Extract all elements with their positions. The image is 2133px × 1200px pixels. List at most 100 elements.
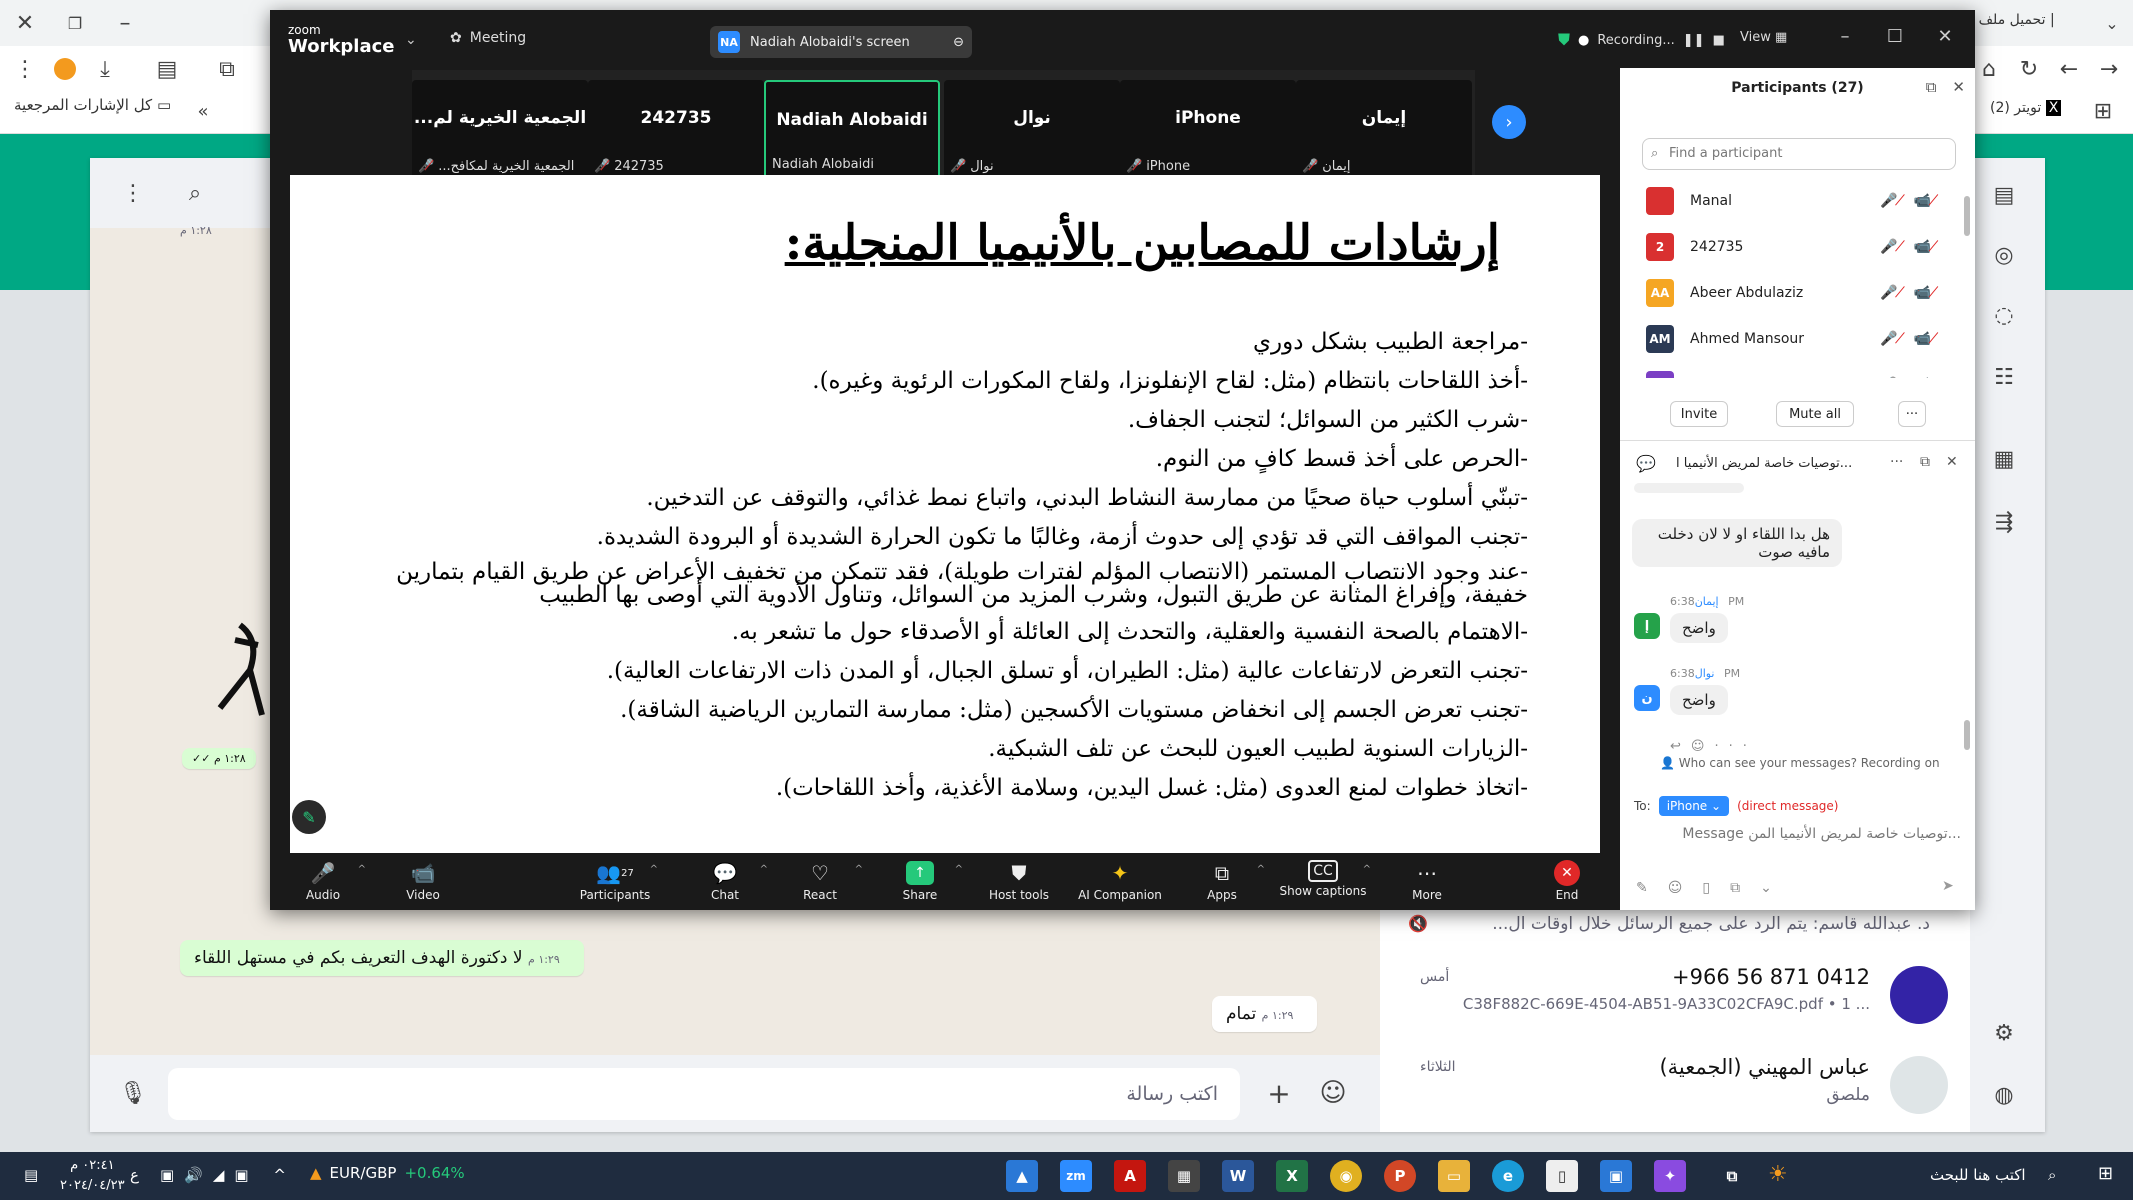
word-app-icon[interactable]: W	[1222, 1160, 1254, 1192]
zoom-app-icon[interactable]: zm	[1060, 1160, 1092, 1192]
annotate-pen-icon[interactable]: ✎	[292, 800, 326, 834]
notepad-app-icon[interactable]: ▯	[1546, 1160, 1578, 1192]
more-dots-icon[interactable]: ···	[1890, 454, 1903, 470]
close-icon[interactable]: ✕	[1930, 26, 1960, 47]
file-icon[interactable]: ▯	[1702, 880, 1710, 896]
chevron-up-icon[interactable]: ^	[650, 864, 658, 875]
share-button[interactable]: ↑ Share ^	[875, 860, 965, 902]
chat-scrollbar[interactable]	[1964, 720, 1970, 750]
ticker-widget[interactable]: ▲ EUR/GBP +0.64%	[310, 1164, 465, 1182]
attach-plus-icon[interactable]: +	[1262, 1076, 1296, 1110]
extensions-icon[interactable]: ⧉	[210, 52, 244, 86]
settings-gear-icon[interactable]: ⚙	[1987, 1016, 2021, 1050]
restore-icon[interactable]: ❐	[58, 6, 92, 40]
kebab-menu-icon[interactable]: ⋮	[8, 52, 42, 86]
chat-privacy-notice[interactable]: 👤 Who can see your messages? Recording o…	[1660, 756, 1940, 770]
search-icon[interactable]: ⌕	[2048, 1166, 2056, 1184]
video-button[interactable]: 📹 Video	[378, 860, 468, 902]
view-button[interactable]: View ▦	[1740, 30, 1787, 45]
chat-message[interactable]: واضح	[1670, 613, 1728, 643]
store-app-icon[interactable]: ▣	[1600, 1160, 1632, 1192]
end-button[interactable]: ✕ End	[1522, 860, 1612, 902]
bookmark-twitter[interactable]: (2) تويتر X	[1990, 100, 2062, 116]
participant-row[interactable]: I iPhone 🎤̸📹̸	[1620, 362, 1965, 378]
participant-row[interactable]: AM Ahmed Mansour 🎤̸📹̸	[1620, 316, 1965, 362]
next-page-icon[interactable]: ›	[1492, 105, 1526, 139]
windows-start-icon[interactable]: ⊞	[2098, 1163, 2113, 1184]
participant-row[interactable]: 2 242735 🎤̸📹̸	[1620, 224, 1965, 270]
chat-button[interactable]: 💬 Chat ^	[680, 860, 770, 902]
channels-icon[interactable]: ◌	[1987, 298, 2021, 332]
chevron-up-icon[interactable]: ^	[1363, 864, 1371, 875]
send-icon[interactable]: ➤	[1942, 878, 1954, 894]
participant-row[interactable]: AA Abeer Abdulaziz 🎤̸📹̸	[1620, 270, 1965, 316]
close-icon[interactable]: ✕	[1946, 454, 1958, 470]
excel-app-icon[interactable]: X	[1276, 1160, 1308, 1192]
format-icon[interactable]: ✎	[1636, 880, 1648, 896]
chat-list-item[interactable]: عباس المهيني (الجمعية) ملصق الثلاثاء	[1390, 1045, 1960, 1125]
stop-icon[interactable]: ■	[1713, 33, 1725, 48]
audio-button[interactable]: 🎤 Audio ^	[278, 860, 368, 902]
meeting-menu[interactable]: ✿ Meeting	[450, 30, 526, 46]
chevron-up-icon[interactable]: ^	[760, 864, 768, 875]
profile-avatar-icon[interactable]: ◍	[1987, 1078, 2021, 1112]
file-explorer-icon[interactable]: ▭	[1438, 1160, 1470, 1192]
extension-badge-icon[interactable]	[48, 52, 82, 86]
chevron-down-icon[interactable]: ⌄	[1760, 880, 1772, 896]
more-button[interactable]: ⋯ More	[1382, 860, 1472, 902]
video-thumbnail[interactable]: إيمان 🎤̸ إيمان	[1296, 80, 1472, 180]
recipient-select[interactable]: iPhone ⌄	[1658, 796, 1730, 816]
popout-icon[interactable]: ⧉	[1920, 454, 1930, 470]
invite-button[interactable]: Invite	[1670, 401, 1728, 427]
maximize-icon[interactable]: ☐	[1880, 26, 1910, 47]
back-icon[interactable]: ←	[2052, 52, 2086, 86]
tab-menu-icon[interactable]: ⌄	[2095, 6, 2129, 40]
participant-search-input[interactable]: ⌕ Find a participant	[1642, 138, 1956, 170]
store-icon[interactable]: ▦	[1987, 442, 2021, 476]
language-indicator[interactable]: ع	[130, 1166, 139, 1184]
mute-all-button[interactable]: Mute all	[1776, 401, 1854, 427]
participants-more-button[interactable]: ···	[1898, 401, 1926, 427]
captions-button[interactable]: CC Show captions ^	[1273, 860, 1373, 898]
chat-list-item[interactable]: +966 56 871 0412 C38F882C-669E-4504-AB51…	[1390, 955, 1960, 1035]
chevron-up-icon[interactable]: ^	[358, 864, 366, 875]
more-options-icon[interactable]: ⊖	[953, 35, 964, 50]
emoji-icon[interactable]: ☺	[1316, 1076, 1350, 1110]
bookmarks-folder[interactable]: كل الإشارات المرجعية ▭	[14, 96, 171, 114]
video-thumbnail[interactable]: نوال 🎤̸ نوال	[944, 80, 1120, 180]
powerpoint-app-icon[interactable]: P	[1384, 1160, 1416, 1192]
video-thumbnail-active[interactable]: Nadiah Alobaidi Nadiah Alobaidi	[764, 80, 940, 180]
communities-icon[interactable]: ☷	[1987, 360, 2021, 394]
screen-share-indicator[interactable]: NA Nadiah Alobaidi's screen ⊖	[710, 26, 972, 58]
forward-icon[interactable]: →	[2092, 52, 2126, 86]
bookmarks-more-icon[interactable]: «	[186, 94, 220, 128]
search-icon[interactable]: ⌕	[178, 176, 212, 210]
chats-icon[interactable]: ▤	[1987, 178, 2021, 212]
microphone-icon[interactable]: 🎙	[116, 1076, 150, 1110]
chevron-up-icon[interactable]: ^	[1257, 864, 1265, 875]
chat-snippet[interactable]: د. عبدالله قاسم: يتم الرد على جميع الرسا…	[1410, 914, 1930, 934]
close-icon[interactable]: ✕	[8, 6, 42, 40]
reload-icon[interactable]: ↻	[2012, 52, 2046, 86]
message-actions[interactable]: ↩☺···	[1670, 739, 1757, 754]
home-icon[interactable]: ⌂	[1972, 52, 2006, 86]
broadcast-icon[interactable]: ⇶	[1987, 505, 2021, 539]
video-thumbnail[interactable]: iPhone 🎤̸ iPhone	[1120, 80, 1296, 180]
recording-indicator[interactable]: ⛊ ● Recording... ❚❚ ■	[1558, 30, 1725, 50]
status-icon[interactable]: ◎	[1987, 238, 2021, 272]
chevron-down-icon[interactable]: ⌄	[405, 32, 417, 48]
chat-panel-title[interactable]: ...توصيات خاصة لمريض الأنيميا ا	[1676, 456, 1886, 471]
chat-message-input[interactable]: ...توصيات خاصة لمريض الأنيميا المن Messa…	[1636, 826, 1961, 842]
chat-message[interactable]: هل بدا اللقاء او لا لان دخلت مافيه صوت	[1632, 519, 1842, 567]
chevron-up-icon[interactable]: ^	[955, 864, 963, 875]
close-icon[interactable]: ✕	[1952, 78, 1965, 96]
acrobat-app-icon[interactable]: A	[1114, 1160, 1146, 1192]
ai-companion-button[interactable]: ✦ AI Companion	[1070, 860, 1170, 902]
message-input[interactable]: اكتب رسالة	[168, 1068, 1240, 1120]
minimize-icon[interactable]: –	[108, 6, 142, 40]
clock[interactable]: ٠٢:٤١ م ٢٠٢٤/٠٤/٢٣	[60, 1156, 125, 1196]
weather-widget-icon[interactable]: ☀	[1768, 1162, 1788, 1187]
react-button[interactable]: ♡ React ^	[775, 860, 865, 902]
participant-row[interactable]: Manal 🎤̸📹̸	[1620, 178, 1965, 224]
chrome-app-icon[interactable]: ◉	[1330, 1160, 1362, 1192]
